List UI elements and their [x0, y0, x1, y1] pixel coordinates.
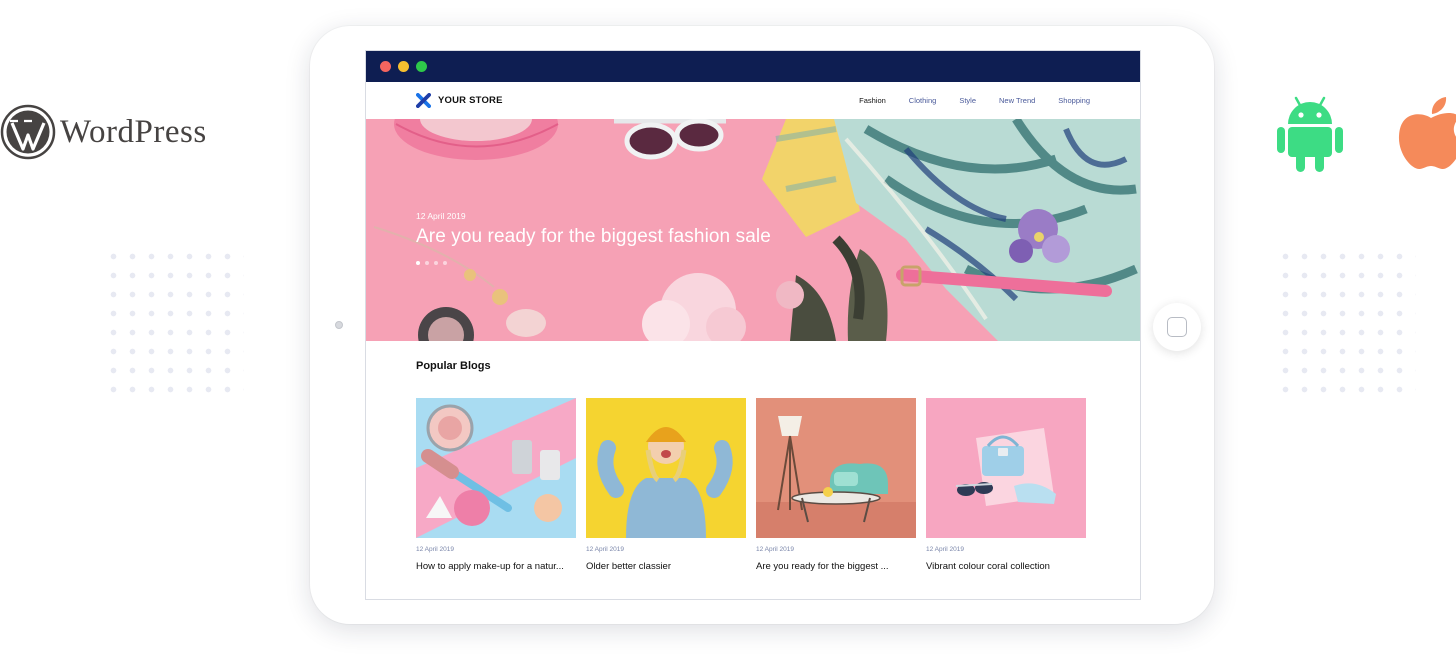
blog-card-title: Vibrant colour coral collection: [926, 561, 1050, 572]
blog-card[interactable]: 12 April 2019 Are you ready for the bigg…: [756, 398, 916, 572]
blog-card-date: 12 April 2019: [586, 546, 624, 553]
nav-item-style[interactable]: Style: [959, 96, 976, 105]
blog-card-image: [756, 398, 916, 538]
nav-item-fashion[interactable]: Fashion: [859, 96, 886, 105]
maximize-window-button[interactable]: [416, 61, 427, 72]
blog-card-date: 12 April 2019: [416, 546, 454, 553]
popular-blogs-heading: Popular Blogs: [416, 360, 491, 372]
blog-card-date: 12 April 2019: [926, 546, 964, 553]
nav-item-shopping[interactable]: Shopping: [1058, 96, 1090, 105]
nav-item-new-trend[interactable]: New Trend: [999, 96, 1035, 105]
carousel-dot[interactable]: [443, 261, 447, 265]
nav-item-clothing[interactable]: Clothing: [909, 96, 937, 105]
hero-title[interactable]: Are you ready for the biggest fashion sa…: [416, 226, 771, 248]
window-titlebar: [366, 51, 1140, 82]
store-logo-icon: [416, 93, 431, 108]
dot-pattern-right: [1276, 247, 1416, 397]
minimize-window-button[interactable]: [398, 61, 409, 72]
carousel-dot[interactable]: [425, 261, 429, 265]
wordpress-wordmark: WordPress: [60, 113, 207, 150]
store-name: YOUR STORE: [438, 95, 503, 106]
hero-carousel-dots: [416, 261, 447, 265]
carousel-dot[interactable]: [416, 261, 420, 265]
wordpress-icon: [0, 104, 56, 160]
blog-card[interactable]: 12 April 2019 Vibrant colour coral colle…: [926, 398, 1086, 572]
blog-card-date: 12 April 2019: [756, 546, 794, 553]
blog-card-title: Older better classier: [586, 561, 672, 572]
apple-icon: [1398, 97, 1456, 170]
blog-card[interactable]: 12 April 2019 How to apply make-up for a…: [416, 398, 576, 572]
blog-card-image: [586, 398, 746, 538]
blog-card-list: 12 April 2019 How to apply make-up for a…: [416, 398, 1086, 572]
tablet-camera: [335, 321, 343, 329]
blog-card-title: How to apply make-up for a natur...: [416, 561, 564, 572]
blog-card[interactable]: 12 April 2019 Older better classier: [586, 398, 746, 572]
wordpress-logo: WordPress: [0, 104, 207, 160]
hero-date: 12 April 2019: [416, 211, 466, 221]
android-icon: [1277, 96, 1343, 172]
store-brand[interactable]: YOUR STORE: [416, 93, 503, 108]
store-navbar: YOUR STORE Fashion Clothing Style New Tr…: [366, 82, 1140, 119]
blog-card-image: [416, 398, 576, 538]
hero-banner[interactable]: 12 April 2019 Are you ready for the bigg…: [366, 119, 1140, 341]
dot-pattern-left: [104, 247, 244, 397]
carousel-dot[interactable]: [434, 261, 438, 265]
blog-card-image: [926, 398, 1086, 538]
tablet-home-button[interactable]: [1153, 303, 1201, 351]
close-window-button[interactable]: [380, 61, 391, 72]
tablet-screen: YOUR STORE Fashion Clothing Style New Tr…: [365, 50, 1141, 600]
blog-card-title: Are you ready for the biggest ...: [756, 561, 889, 572]
main-nav: Fashion Clothing Style New Trend Shoppin…: [859, 96, 1090, 105]
